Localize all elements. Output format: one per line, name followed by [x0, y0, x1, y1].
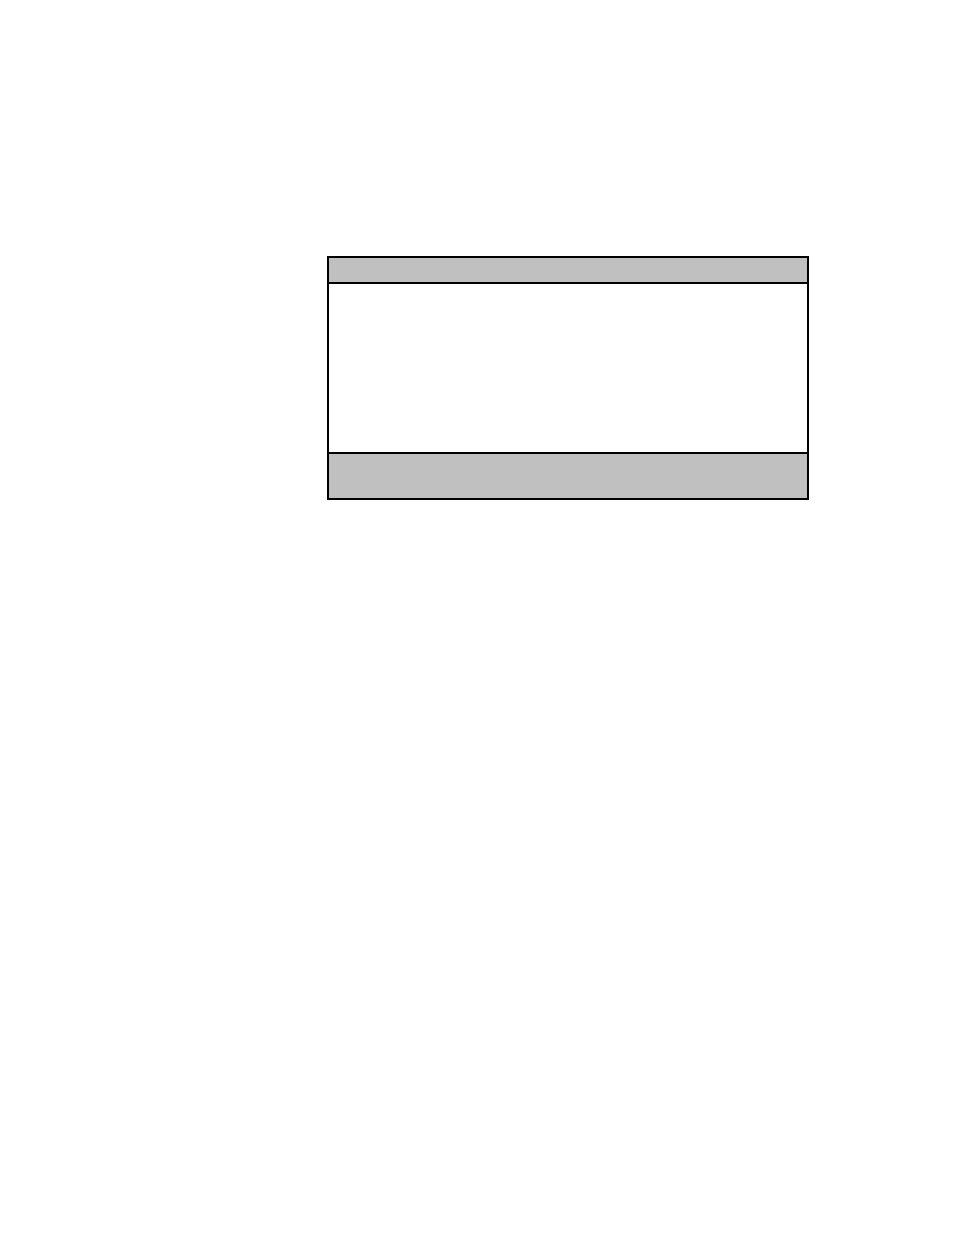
diagram-box — [327, 256, 809, 500]
diagram-top-bar — [329, 258, 807, 284]
diagram-bottom-bar — [329, 452, 807, 498]
